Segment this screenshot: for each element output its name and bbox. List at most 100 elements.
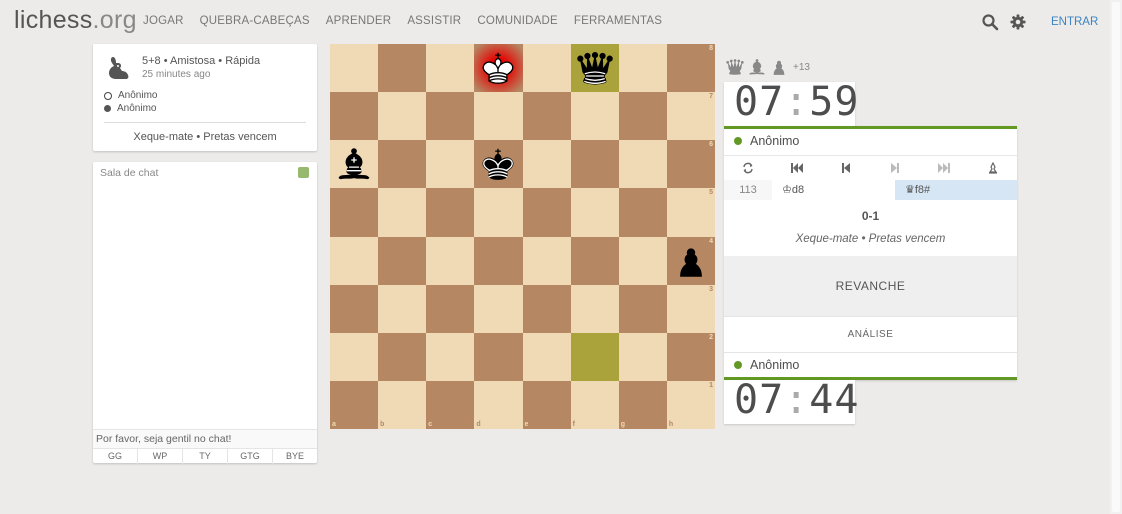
square-e3[interactable] <box>522 284 571 333</box>
square-f4[interactable] <box>570 236 619 285</box>
bottom-player[interactable]: Anônimo <box>734 358 799 372</box>
nav-tools[interactable]: FERRAMENTAS <box>574 15 662 27</box>
black-queen-icon[interactable] <box>575 48 615 88</box>
square-h2[interactable]: 2 <box>666 332 715 381</box>
flip-board-button[interactable] <box>724 156 773 180</box>
gear-icon[interactable] <box>1009 13 1027 31</box>
square-f8[interactable] <box>570 44 619 93</box>
square-b7[interactable] <box>378 92 427 141</box>
top-player[interactable]: Anônimo <box>734 134 799 148</box>
square-c2[interactable] <box>426 332 475 381</box>
chat-toggle[interactable] <box>298 167 309 178</box>
square-h6[interactable]: 6 <box>666 140 715 189</box>
square-f7[interactable] <box>570 92 619 141</box>
square-g4[interactable] <box>618 236 667 285</box>
square-d4[interactable] <box>474 236 523 285</box>
site-logo[interactable]: lichess.org <box>14 6 137 35</box>
square-c4[interactable] <box>426 236 475 285</box>
square-e4[interactable] <box>522 236 571 285</box>
white-move[interactable]: ♔d8 <box>772 180 895 200</box>
nav-learn[interactable]: APRENDER <box>326 15 392 27</box>
square-e7[interactable] <box>522 92 571 141</box>
nav-play[interactable]: JOGAR <box>143 15 184 27</box>
square-a1[interactable]: a <box>330 380 379 429</box>
square-a5[interactable] <box>330 188 379 237</box>
square-b6[interactable] <box>378 140 427 189</box>
preset-gtg[interactable]: GTG <box>228 449 273 464</box>
square-d5[interactable] <box>474 188 523 237</box>
square-c3[interactable] <box>426 284 475 333</box>
square-g6[interactable] <box>618 140 667 189</box>
square-e2[interactable] <box>522 332 571 381</box>
nav-puzzles[interactable]: QUEBRA-CABEÇAS <box>200 15 310 27</box>
black-pawn-icon[interactable] <box>671 241 711 281</box>
last-move-button[interactable] <box>919 156 968 180</box>
analysis-board-button[interactable] <box>968 156 1017 180</box>
square-a8[interactable] <box>330 44 379 93</box>
square-e1[interactable]: e <box>522 380 571 429</box>
square-g1[interactable]: g <box>618 380 667 429</box>
square-a3[interactable] <box>330 284 379 333</box>
preset-bye[interactable]: BYE <box>273 449 317 464</box>
square-d1[interactable]: d <box>474 380 523 429</box>
square-h4[interactable]: 4 <box>666 236 715 285</box>
black-player[interactable]: Anônimo <box>104 103 156 114</box>
black-king-icon[interactable] <box>478 144 518 184</box>
square-b1[interactable]: b <box>378 380 427 429</box>
black-move[interactable]: ♛f8# <box>895 180 1017 200</box>
square-e8[interactable] <box>522 44 571 93</box>
square-c6[interactable] <box>426 140 475 189</box>
square-a6[interactable] <box>330 140 379 189</box>
square-h8[interactable]: 8 <box>666 44 715 93</box>
square-d8[interactable] <box>474 44 523 93</box>
square-f3[interactable] <box>570 284 619 333</box>
preset-wp[interactable]: WP <box>138 449 183 464</box>
signin-link[interactable]: ENTRAR <box>1051 16 1098 28</box>
square-h5[interactable]: 5 <box>666 188 715 237</box>
search-icon[interactable] <box>981 13 999 31</box>
prev-move-button[interactable] <box>822 156 871 180</box>
square-g7[interactable] <box>618 92 667 141</box>
square-h3[interactable]: 3 <box>666 284 715 333</box>
square-f1[interactable]: f <box>570 380 619 429</box>
square-a7[interactable] <box>330 92 379 141</box>
black-bishop-icon[interactable] <box>334 144 374 184</box>
white-player[interactable]: Anônimo <box>104 90 157 101</box>
square-b3[interactable] <box>378 284 427 333</box>
square-d6[interactable] <box>474 140 523 189</box>
square-a2[interactable] <box>330 332 379 381</box>
page-scrollbar[interactable] <box>1110 0 1122 514</box>
analysis-button[interactable]: ANÁLISE <box>724 316 1017 353</box>
square-g8[interactable] <box>618 44 667 93</box>
scrollbar-thumb[interactable] <box>1112 2 1120 512</box>
square-c5[interactable] <box>426 188 475 237</box>
rematch-button[interactable]: REVANCHE <box>724 256 1017 316</box>
square-b8[interactable] <box>378 44 427 93</box>
square-b2[interactable] <box>378 332 427 381</box>
square-d3[interactable] <box>474 284 523 333</box>
square-f6[interactable] <box>570 140 619 189</box>
square-f2[interactable] <box>570 332 619 381</box>
square-g2[interactable] <box>618 332 667 381</box>
chat-input[interactable]: Por favor, seja gentil no chat! <box>93 429 317 448</box>
square-c8[interactable] <box>426 44 475 93</box>
preset-ty[interactable]: TY <box>183 449 228 464</box>
square-h7[interactable]: 7 <box>666 92 715 141</box>
preset-gg[interactable]: GG <box>93 449 138 464</box>
nav-community[interactable]: COMUNIDADE <box>477 15 558 27</box>
square-d7[interactable] <box>474 92 523 141</box>
chess-board[interactable]: 8765432abcdefg1h <box>330 44 715 429</box>
square-c7[interactable] <box>426 92 475 141</box>
square-b5[interactable] <box>378 188 427 237</box>
square-g5[interactable] <box>618 188 667 237</box>
next-move-button[interactable] <box>870 156 919 180</box>
first-move-button[interactable] <box>773 156 822 180</box>
square-h1[interactable]: 1h <box>666 380 715 429</box>
nav-watch[interactable]: ASSISTIR <box>407 15 461 27</box>
square-e6[interactable] <box>522 140 571 189</box>
square-a4[interactable] <box>330 236 379 285</box>
square-g3[interactable] <box>618 284 667 333</box>
white-king-icon[interactable] <box>478 48 518 88</box>
square-d2[interactable] <box>474 332 523 381</box>
square-b4[interactable] <box>378 236 427 285</box>
